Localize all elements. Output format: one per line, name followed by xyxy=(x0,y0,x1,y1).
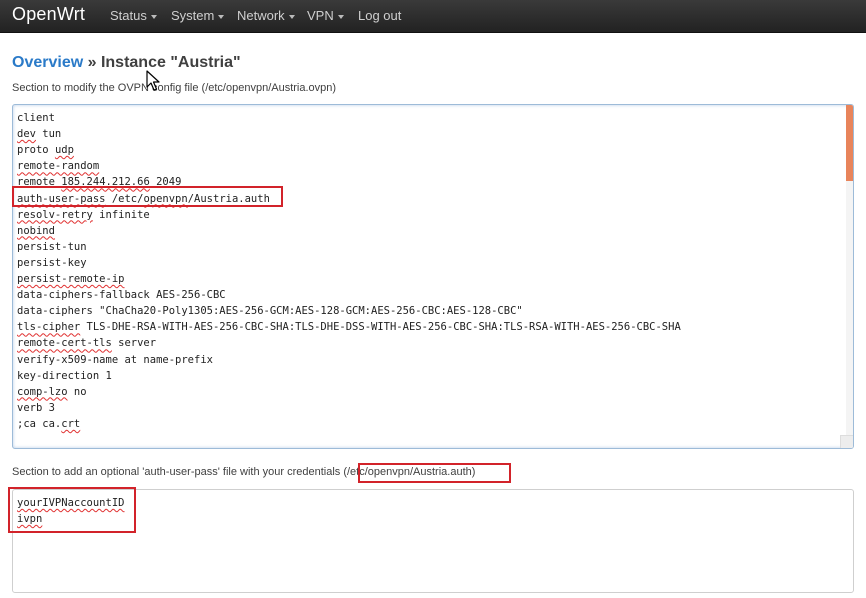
mouse-pointer-icon xyxy=(146,70,160,91)
config-line: resolv-retry infinite xyxy=(17,208,150,221)
caret-down-icon xyxy=(337,14,344,19)
config-line: tls-cipher TLS-DHE-RSA-WITH-AES-256-CBC-… xyxy=(17,321,681,334)
breadcrumb-separator: » xyxy=(83,54,101,71)
scrollbar-thumb[interactable] xyxy=(846,105,853,181)
nav-menu-vpn[interactable]: VPN xyxy=(307,8,344,23)
nav-logout-link[interactable]: Log out xyxy=(358,8,401,23)
config-line: comp-lzo no xyxy=(17,385,87,398)
caret-down-icon xyxy=(218,14,225,19)
ovpn-config-textarea[interactable]: client dev tun proto udp remote-random remot… xyxy=(12,104,854,449)
nav-menu-label: VPN xyxy=(307,8,334,23)
nav-menu-network[interactable]: Network xyxy=(237,8,295,23)
config-line: verb 3 xyxy=(17,401,55,414)
config-section-description: Section to modify the OVPN config file (… xyxy=(12,82,337,94)
nav-menu-label: Status xyxy=(110,8,147,23)
vertical-scrollbar[interactable] xyxy=(846,105,853,448)
breadcrumb-overview-link[interactable]: Overview xyxy=(12,54,83,71)
caret-down-icon xyxy=(288,14,295,19)
config-line: ;ca ca.crt xyxy=(17,417,81,430)
config-line: dev tun xyxy=(17,128,62,141)
highlight-auth-file-path xyxy=(358,463,511,483)
config-line: data-ciphers-fallback AES-256-CBC xyxy=(17,289,226,302)
auth-credentials-textarea[interactable]: yourIVPNaccountID ivpn xyxy=(12,489,854,593)
brand-logo[interactable]: OpenWrt xyxy=(12,4,85,25)
nav-menu-status[interactable]: Status xyxy=(110,8,157,23)
breadcrumb-current: Instance "Austria" xyxy=(100,54,241,71)
resize-handle-icon[interactable] xyxy=(840,435,853,448)
nav-menu-label: System xyxy=(171,8,215,23)
highlight-credentials xyxy=(8,487,136,533)
page-title: Overview » Instance "Austria" xyxy=(12,54,241,72)
caret-down-icon xyxy=(150,14,157,19)
nav-menu-label: Network xyxy=(237,8,285,23)
config-line: persist-tun xyxy=(17,240,87,253)
nav-menu-system[interactable]: System xyxy=(171,8,225,23)
config-line: data-ciphers "ChaCha20-Poly1305:AES-256-… xyxy=(17,305,523,318)
config-line: persist-remote-ip xyxy=(17,273,125,285)
config-line: remote-random xyxy=(17,160,100,173)
config-line: proto udp xyxy=(17,144,74,157)
config-line: persist-key xyxy=(17,256,87,269)
config-line: verify-x509-name at name-prefix xyxy=(17,353,213,366)
config-line: nobind xyxy=(17,224,55,237)
highlight-auth-user-pass-line xyxy=(12,186,283,207)
config-line: key-direction 1 xyxy=(17,369,112,382)
config-line: client xyxy=(17,112,55,124)
config-line: remote-cert-tls server xyxy=(17,337,157,350)
top-navbar: OpenWrt Status System Network VPN Log ou… xyxy=(0,0,866,33)
